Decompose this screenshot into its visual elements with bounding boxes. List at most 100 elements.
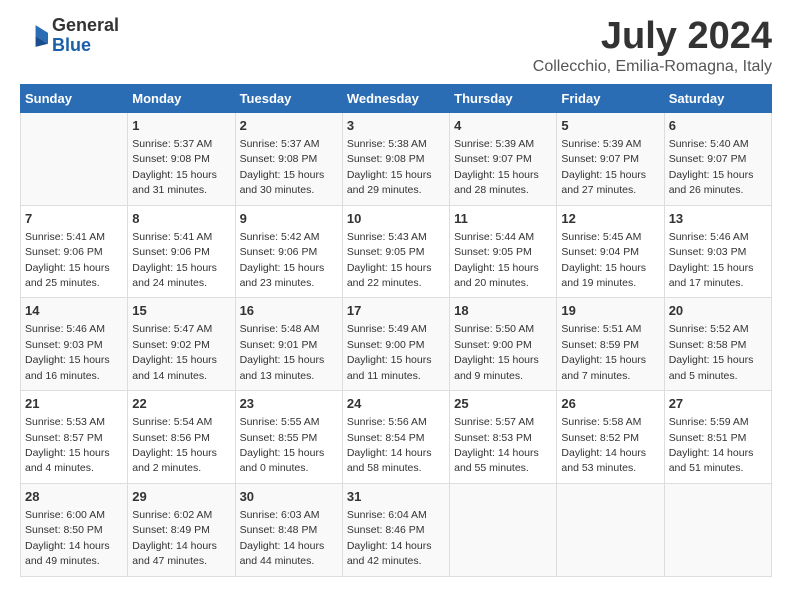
main-title: July 2024 — [533, 16, 772, 58]
day-number: 20 — [669, 302, 767, 320]
day-cell: 7Sunrise: 5:41 AM Sunset: 9:06 PM Daylig… — [21, 205, 128, 298]
page-header: General Blue July 2024 Collecchio, Emili… — [20, 16, 772, 76]
day-number: 23 — [240, 395, 338, 413]
day-cell: 11Sunrise: 5:44 AM Sunset: 9:05 PM Dayli… — [450, 205, 557, 298]
day-number: 24 — [347, 395, 445, 413]
day-number: 17 — [347, 302, 445, 320]
day-info: Sunrise: 5:46 AM Sunset: 9:03 PM Dayligh… — [25, 323, 110, 381]
day-info: Sunrise: 5:54 AM Sunset: 8:56 PM Dayligh… — [132, 416, 217, 474]
day-cell: 17 Sunrise: 5:49 AM Sunset: 9:00 PM Dayli… — [342, 298, 449, 391]
day-info: Sunrise: 6:04 AM Sunset: 8:46 PM Dayligh… — [347, 509, 432, 567]
day-number: 7 — [25, 210, 123, 228]
day-cell: 24 Sunrise: 5:56 AM Sunset: 8:54 PM Dayli… — [342, 391, 449, 484]
day-cell: 25 Sunrise: 5:57 AM Sunset: 8:53 PM Dayli… — [450, 391, 557, 484]
day-cell: 27 Sunrise: 5:59 AM Sunset: 8:51 PM Dayli… — [664, 391, 771, 484]
day-number: 28 — [25, 488, 123, 506]
day-number: 30 — [240, 488, 338, 506]
day-number: 18 — [454, 302, 552, 320]
day-info: Sunrise: 6:00 AM Sunset: 8:50 PM Dayligh… — [25, 509, 110, 567]
day-cell — [450, 483, 557, 576]
day-number: 27 — [669, 395, 767, 413]
day-number: 31 — [347, 488, 445, 506]
header-cell-tuesday: Tuesday — [235, 84, 342, 112]
day-number: 14 — [25, 302, 123, 320]
day-info: Sunrise: 5:37 AM Sunset: 9:08 PM Dayligh… — [132, 138, 217, 196]
day-info: Sunrise: 5:50 AM Sunset: 9:00 PM Dayligh… — [454, 323, 539, 381]
day-info: Sunrise: 5:39 AM Sunset: 9:07 PM Dayligh… — [561, 138, 646, 196]
day-info: Sunrise: 5:47 AM Sunset: 9:02 PM Dayligh… — [132, 323, 217, 381]
logo-general: General — [52, 16, 119, 36]
day-cell: 6 Sunrise: 5:40 AM Sunset: 9:07 PM Daylig… — [664, 112, 771, 205]
day-cell: 2 Sunrise: 5:37 AM Sunset: 9:08 PM Daylig… — [235, 112, 342, 205]
day-info: Sunrise: 5:46 AM Sunset: 9:03 PM Dayligh… — [669, 231, 754, 289]
day-info: Sunrise: 5:42 AM Sunset: 9:06 PM Dayligh… — [240, 231, 325, 289]
day-info: Sunrise: 6:03 AM Sunset: 8:48 PM Dayligh… — [240, 509, 325, 567]
day-cell — [664, 483, 771, 576]
day-cell: 8 Sunrise: 5:41 AM Sunset: 9:06 PM Daylig… — [128, 205, 235, 298]
day-number: 22 — [132, 395, 230, 413]
day-cell: 31 Sunrise: 6:04 AM Sunset: 8:46 PM Dayli… — [342, 483, 449, 576]
day-number: 12 — [561, 210, 659, 228]
week-row-5: 28 Sunrise: 6:00 AM Sunset: 8:50 PM Dayli… — [21, 483, 772, 576]
header-cell-wednesday: Wednesday — [342, 84, 449, 112]
day-info: Sunrise: 5:57 AM Sunset: 8:53 PM Dayligh… — [454, 416, 539, 474]
logo-blue: Blue — [52, 36, 119, 56]
day-info: Sunrise: 5:39 AM Sunset: 9:07 PM Dayligh… — [454, 138, 539, 196]
day-info: Sunrise: 5:41 AM Sunset: 9:06 PM Dayligh… — [132, 231, 217, 289]
subtitle: Collecchio, Emilia-Romagna, Italy — [533, 58, 772, 76]
day-cell: 3 Sunrise: 5:38 AM Sunset: 9:08 PM Daylig… — [342, 112, 449, 205]
day-cell: 23Sunrise: 5:55 AM Sunset: 8:55 PM Dayli… — [235, 391, 342, 484]
day-number: 13 — [669, 210, 767, 228]
day-number: 2 — [240, 117, 338, 135]
day-cell — [557, 483, 664, 576]
day-number: 3 — [347, 117, 445, 135]
day-number: 26 — [561, 395, 659, 413]
day-number: 10 — [347, 210, 445, 228]
day-number: 8 — [132, 210, 230, 228]
day-number: 6 — [669, 117, 767, 135]
day-info: Sunrise: 5:59 AM Sunset: 8:51 PM Dayligh… — [669, 416, 754, 474]
day-info: Sunrise: 5:53 AM Sunset: 8:57 PM Dayligh… — [25, 416, 110, 474]
day-number: 4 — [454, 117, 552, 135]
week-row-1: 1Sunrise: 5:37 AM Sunset: 9:08 PM Daylig… — [21, 112, 772, 205]
day-info: Sunrise: 5:40 AM Sunset: 9:07 PM Dayligh… — [669, 138, 754, 196]
day-info: Sunrise: 5:48 AM Sunset: 9:01 PM Dayligh… — [240, 323, 325, 381]
day-info: Sunrise: 5:38 AM Sunset: 9:08 PM Dayligh… — [347, 138, 432, 196]
header-cell-friday: Friday — [557, 84, 664, 112]
day-info: Sunrise: 5:49 AM Sunset: 9:00 PM Dayligh… — [347, 323, 432, 381]
header-cell-monday: Monday — [128, 84, 235, 112]
day-info: Sunrise: 5:43 AM Sunset: 9:05 PM Dayligh… — [347, 231, 432, 289]
header-cell-saturday: Saturday — [664, 84, 771, 112]
day-cell: 28 Sunrise: 6:00 AM Sunset: 8:50 PM Dayli… — [21, 483, 128, 576]
day-info: Sunrise: 5:45 AM Sunset: 9:04 PM Dayligh… — [561, 231, 646, 289]
day-cell: 29Sunrise: 6:02 AM Sunset: 8:49 PM Dayli… — [128, 483, 235, 576]
day-info: Sunrise: 5:51 AM Sunset: 8:59 PM Dayligh… — [561, 323, 646, 381]
day-info: Sunrise: 5:37 AM Sunset: 9:08 PM Dayligh… — [240, 138, 325, 196]
day-cell: 5Sunrise: 5:39 AM Sunset: 9:07 PM Daylig… — [557, 112, 664, 205]
day-cell: 20Sunrise: 5:52 AM Sunset: 8:58 PM Dayli… — [664, 298, 771, 391]
day-number: 15 — [132, 302, 230, 320]
calendar-body: 1Sunrise: 5:37 AM Sunset: 9:08 PM Daylig… — [21, 112, 772, 576]
day-number: 9 — [240, 210, 338, 228]
logo-icon — [20, 22, 48, 50]
header-cell-sunday: Sunday — [21, 84, 128, 112]
day-cell: 26 Sunrise: 5:58 AM Sunset: 8:52 PM Dayli… — [557, 391, 664, 484]
day-cell: 30 Sunrise: 6:03 AM Sunset: 8:48 PM Dayli… — [235, 483, 342, 576]
day-number: 11 — [454, 210, 552, 228]
week-row-4: 21Sunrise: 5:53 AM Sunset: 8:57 PM Dayli… — [21, 391, 772, 484]
day-number: 16 — [240, 302, 338, 320]
day-number: 19 — [561, 302, 659, 320]
day-info: Sunrise: 5:58 AM Sunset: 8:52 PM Dayligh… — [561, 416, 646, 474]
day-cell: 1Sunrise: 5:37 AM Sunset: 9:08 PM Daylig… — [128, 112, 235, 205]
calendar-header: SundayMondayTuesdayWednesdayThursdayFrid… — [21, 84, 772, 112]
header-row: SundayMondayTuesdayWednesdayThursdayFrid… — [21, 84, 772, 112]
day-number: 29 — [132, 488, 230, 506]
day-cell: 19 Sunrise: 5:51 AM Sunset: 8:59 PM Dayli… — [557, 298, 664, 391]
header-cell-thursday: Thursday — [450, 84, 557, 112]
logo-text: General Blue — [52, 16, 119, 56]
week-row-2: 7 Sunrise: 5:41 AM Sunset: 9:06 PM Daylig… — [21, 205, 772, 298]
week-row-3: 14 Sunrise: 5:46 AM Sunset: 9:03 PM Dayli… — [21, 298, 772, 391]
day-info: Sunrise: 5:56 AM Sunset: 8:54 PM Dayligh… — [347, 416, 432, 474]
day-number: 25 — [454, 395, 552, 413]
day-cell: 4 Sunrise: 5:39 AM Sunset: 9:07 PM Daylig… — [450, 112, 557, 205]
